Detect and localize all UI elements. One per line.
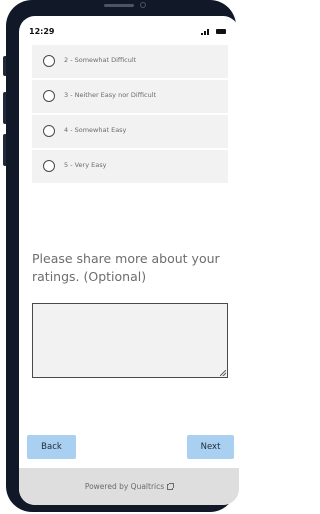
camera-icon	[140, 2, 146, 8]
footer-text: Powered by Qualtrics	[84, 482, 165, 491]
radio-button[interactable]	[43, 125, 55, 137]
speaker-icon	[104, 4, 134, 7]
answer-option-3[interactable]: 3 - Neither Easy nor Difficult	[32, 80, 228, 113]
status-time: 12:29	[29, 27, 55, 36]
phone-device: 12:29 2 - Somewhat Difficult 3 - Neither…	[0, 0, 241, 514]
resize-handle-icon[interactable]	[220, 370, 226, 376]
radio-button[interactable]	[43, 90, 55, 102]
back-button[interactable]: Back	[27, 435, 76, 459]
battery-icon	[216, 29, 226, 34]
answer-option-2[interactable]: 2 - Somewhat Difficult	[32, 45, 228, 78]
phone-frame: 12:29 2 - Somewhat Difficult 3 - Neither…	[6, 0, 239, 512]
option-label: 3 - Neither Easy nor Difficult	[64, 91, 157, 99]
radio-button[interactable]	[43, 160, 55, 172]
comment-textarea[interactable]	[32, 303, 228, 378]
phone-notch	[104, 0, 148, 8]
answer-option-5[interactable]: 5 - Very Easy	[32, 150, 228, 183]
phone-screen: 12:29 2 - Somewhat Difficult 3 - Neither…	[19, 16, 239, 505]
radio-button[interactable]	[43, 55, 55, 67]
option-label: 2 - Somewhat Difficult	[64, 56, 137, 64]
answer-option-4[interactable]: 4 - Somewhat Easy	[32, 115, 228, 148]
question-prompt: Please share more about your ratings. (O…	[32, 251, 220, 284]
powered-by-footer[interactable]: Powered by Qualtrics	[19, 468, 239, 505]
signal-bars-icon	[201, 28, 211, 35]
option-label: 5 - Very Easy	[64, 161, 107, 169]
external-link-icon	[167, 482, 175, 490]
option-label: 4 - Somewhat Easy	[64, 126, 127, 134]
next-button[interactable]: Next	[187, 435, 234, 459]
status-bar: 12:29	[19, 16, 239, 44]
